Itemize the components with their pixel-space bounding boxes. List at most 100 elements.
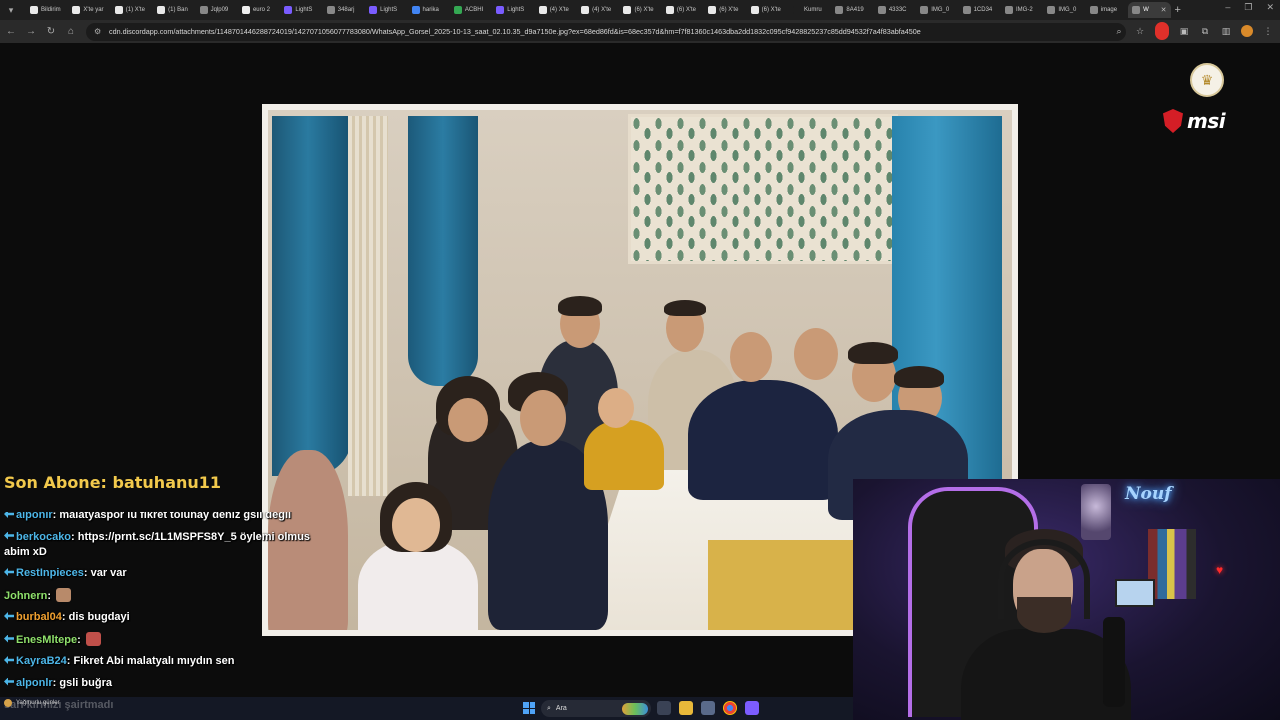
puzzle-icon[interactable]: ⧉ [1199, 25, 1211, 37]
tab-favicon-icon [1132, 6, 1141, 14]
tab-favicon-icon [1047, 6, 1056, 14]
chat-message: KayraB24: Fikret Abi malatyalı mıydın se… [4, 654, 324, 669]
browser-tab[interactable]: image [1086, 2, 1128, 18]
browser-tab[interactable]: (6) X'te [747, 2, 789, 18]
browser-tab[interactable]: IMG-2 [1001, 2, 1043, 18]
tab-favicon-icon [114, 6, 123, 14]
tab-label: IMG-2 [1015, 7, 1033, 13]
sidebar-icon[interactable]: ▥ [1220, 25, 1232, 37]
chrome-icon[interactable] [723, 701, 737, 715]
profile-icon[interactable] [1241, 25, 1253, 37]
minimize-icon[interactable]: – [1225, 2, 1230, 13]
chat-badge-icon [4, 634, 14, 643]
site-info-icon[interactable]: ⚙ [94, 27, 103, 36]
store-icon[interactable] [701, 701, 715, 715]
kebab-menu-icon[interactable]: ⋮ [1262, 25, 1274, 37]
browser-tab[interactable]: IMG_0 [916, 2, 958, 18]
chat-message: RestInpieces: var var [4, 566, 324, 581]
chat-username[interactable]: alponlr [16, 512, 53, 521]
browser-tab[interactable]: IMG_0 [1043, 2, 1085, 18]
chat-badge-icon [4, 568, 14, 576]
background-monitor [1115, 579, 1155, 607]
browser-tab[interactable]: Kumru [789, 2, 831, 18]
home-button[interactable]: ⌂ [62, 23, 80, 41]
browser-tab[interactable]: (6) X'te [704, 2, 746, 18]
close-tab-icon[interactable]: ✕ [1161, 6, 1167, 14]
tab-label: image [1100, 7, 1118, 13]
forward-button[interactable]: → [22, 23, 40, 41]
task-view-icon[interactable] [657, 701, 671, 715]
reload-button[interactable]: ↻ [42, 23, 60, 41]
chat-username[interactable]: berkocako [16, 531, 71, 543]
chat-message: burbal04: dis bugdayi [4, 610, 324, 625]
tab-search-icon[interactable]: ▾ [4, 3, 18, 17]
browser-tab[interactable]: (4) X'te [577, 2, 619, 18]
chat-username[interactable]: KayraB24 [16, 655, 67, 667]
weather-text: Yağmurlu günler [16, 700, 60, 706]
person-hair [558, 296, 602, 316]
tab-label: euro 2 [252, 7, 270, 13]
chat-message: alponlr: malatyaspor lu fikret tolunay d… [4, 512, 324, 523]
star-icon[interactable]: ☆ [1134, 25, 1146, 37]
tab-label: 8A419 [846, 7, 864, 13]
browser-tab[interactable]: (6) X'te [662, 2, 704, 18]
windows-start-icon[interactable] [523, 702, 535, 714]
chat-username[interactable]: burbal04 [16, 611, 62, 623]
browser-tab[interactable]: Bildirim [26, 2, 68, 18]
chat-username[interactable]: alponlr [16, 677, 53, 689]
tab-favicon-icon [793, 6, 802, 14]
url-input[interactable]: ⚙ cdn.discordapp.com/attachments/1148701… [86, 22, 1126, 41]
person-hair [894, 366, 944, 388]
chat-username[interactable]: RestInpieces [16, 567, 84, 579]
url-text: cdn.discordapp.com/attachments/114870144… [109, 27, 921, 36]
discord-icon[interactable] [745, 701, 759, 715]
browser-tab[interactable]: 1CD34 [959, 2, 1001, 18]
browser-tab[interactable]: 8A419 [831, 2, 873, 18]
back-button[interactable]: ← [2, 23, 20, 41]
file-explorer-icon[interactable] [679, 701, 693, 715]
browser-tab[interactable]: 4333C [874, 2, 916, 18]
browser-tab[interactable]: LightS [365, 2, 407, 18]
browser-tab[interactable]: harika [408, 2, 450, 18]
tab-label: (6) X'te [719, 7, 739, 13]
tab-favicon-icon [284, 6, 293, 14]
tab-label: LightS [380, 7, 398, 13]
browser-tab[interactable]: Jqlp09 [196, 2, 238, 18]
chat-message: berkocako: https://prnt.sc/1L1MSPFS8Y_5 … [4, 530, 324, 560]
chat-username[interactable]: EnesMltepe [16, 634, 77, 646]
windows-taskbar: sarı kırmızı şairtmadı Yağmurlu günler ⌕… [0, 697, 853, 720]
browser-tab[interactable]: 348arj [323, 2, 365, 18]
chat-separator: : [47, 589, 55, 602]
zoom-icon[interactable]: ⌕ [1113, 25, 1125, 37]
close-window-icon[interactable]: ✕ [1266, 2, 1274, 13]
girl-face [392, 498, 440, 552]
tab-favicon-icon [962, 6, 971, 14]
chat-message: EnesMltepe: [4, 631, 324, 648]
browser-tab[interactable]: (6) X'te [619, 2, 661, 18]
browser-tab[interactable]: euro 2 [238, 2, 280, 18]
chat-username[interactable]: Johnern [4, 590, 47, 602]
browser-tab[interactable]: (4) X'te [535, 2, 577, 18]
girl-white-dress [358, 540, 478, 630]
tab-label: LightS [295, 7, 313, 13]
browser-tab[interactable]: ACBHI [450, 2, 492, 18]
new-tab-button[interactable]: + [1175, 4, 1187, 16]
tab-favicon-icon [453, 6, 462, 14]
browser-tab[interactable]: (1) Ban [153, 2, 195, 18]
weather-widget[interactable]: Yağmurlu günler [4, 699, 60, 707]
browser-tab[interactable]: W ✕ [1128, 2, 1171, 18]
browser-tab[interactable]: LightS [492, 2, 534, 18]
taskbar-search[interactable]: ⌕ Ara [541, 700, 651, 717]
maximize-icon[interactable]: ❐ [1244, 2, 1252, 13]
extension-recording-icon[interactable] [1155, 22, 1169, 40]
browser-tab[interactable]: (1) X'te [111, 2, 153, 18]
woman-face [448, 398, 488, 442]
media-icon[interactable]: ▣ [1178, 25, 1190, 37]
search-placeholder: Ara [555, 705, 567, 712]
browser-tab[interactable]: X'te yar [68, 2, 110, 18]
tab-label: (6) X'te [676, 7, 697, 13]
weather-icon [4, 699, 12, 707]
chat-message: alponlr: gsli buğra [4, 676, 324, 691]
browser-tab[interactable]: LightS [280, 2, 322, 18]
microphone [1103, 617, 1125, 707]
